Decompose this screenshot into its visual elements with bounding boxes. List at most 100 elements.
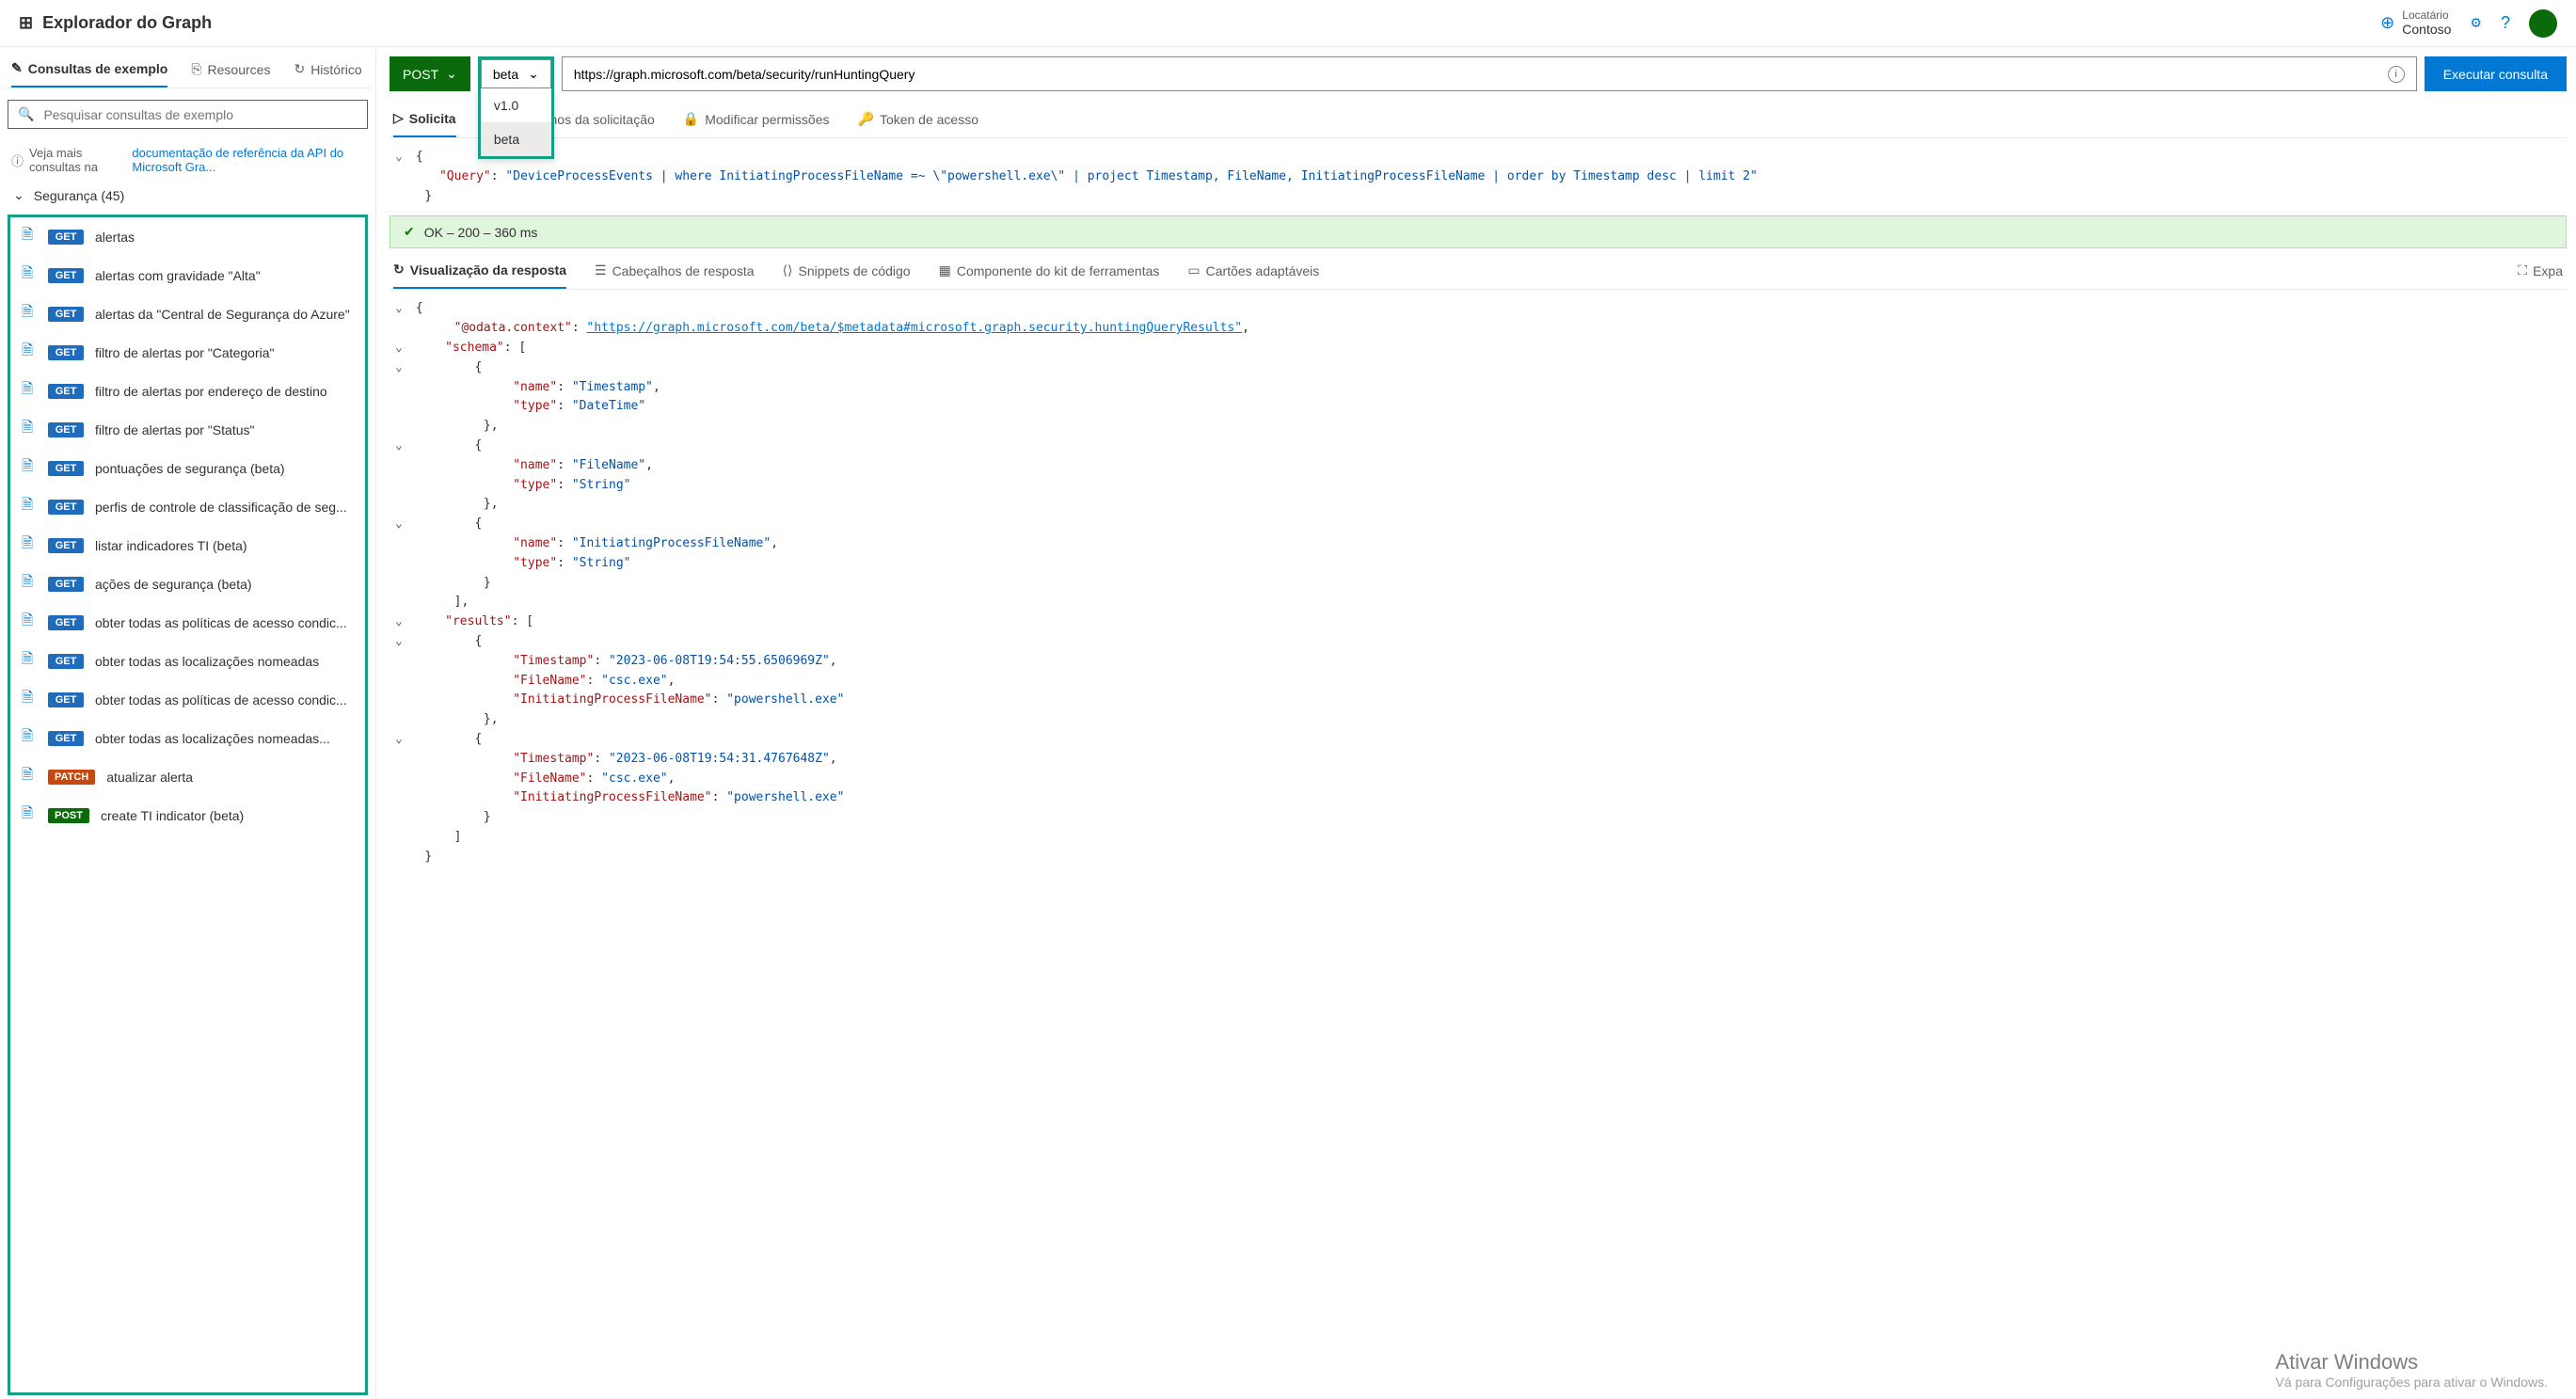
tab-resources[interactable]: ⎘ Resources — [191, 60, 270, 87]
url-input[interactable] — [574, 67, 2388, 82]
settings-icon[interactable]: ⚙ — [2470, 15, 2482, 31]
tab-label: Snippets de código — [799, 263, 911, 278]
query-item[interactable]: 🗎 PATCH atualizar alerta — [10, 757, 365, 796]
doc-link-row: ⓘ Veja mais consultas na documentação de… — [4, 140, 372, 180]
tab-label: Cabeçalhos de resposta — [612, 263, 755, 278]
json-value: "DeviceProcessEvents | where InitiatingP… — [505, 169, 1757, 183]
query-label: pontuações de segurança (beta) — [95, 461, 285, 476]
status-bar: ✔ OK – 200 – 360 ms — [390, 215, 2567, 248]
tab-toolkit[interactable]: ▦ Componente do kit de ferramentas — [939, 262, 1160, 289]
doc-prefix: Veja mais consultas na — [29, 146, 126, 174]
method-badge: GET — [48, 384, 84, 399]
query-label: obter todas as políticas de acesso condi… — [95, 692, 347, 707]
query-label: filtro de alertas por "Status" — [95, 422, 254, 437]
version-option-v1[interactable]: v1.0 — [481, 88, 551, 122]
url-input-wrap[interactable]: i — [562, 56, 2417, 91]
query-item[interactable]: 🗎 GET alertas da "Central de Segurança d… — [10, 294, 365, 333]
method-badge: GET — [48, 461, 84, 476]
query-item[interactable]: 🗎 GET obter todas as localizações nomead… — [10, 719, 365, 757]
query-item[interactable]: 🗎 GET alertas — [10, 217, 365, 256]
query-item[interactable]: 🗎 GET obter todas as políticas de acesso… — [10, 680, 365, 719]
expand-button[interactable]: ⛶ Expa — [2518, 262, 2563, 289]
version-option-beta[interactable]: beta — [481, 122, 551, 156]
tab-label: Resources — [208, 62, 271, 77]
user-avatar[interactable] — [2529, 9, 2557, 38]
response-body[interactable]: ⌄ { "@odata.context": "https://graph.mic… — [390, 290, 2567, 1399]
tab-history[interactable]: ↻ Histórico — [294, 60, 361, 87]
run-query-button[interactable]: Executar consulta — [2425, 56, 2567, 91]
method-badge: GET — [48, 500, 84, 515]
method-badge: GET — [48, 731, 84, 746]
document-icon: 🗎 — [22, 418, 37, 441]
query-item[interactable]: 🗎 GET obter todas as localizações nomead… — [10, 642, 365, 680]
refresh-icon: ↻ — [393, 262, 405, 278]
query-item[interactable]: 🗎 GET filtro de alertas por endereço de … — [10, 372, 365, 410]
play-icon: ▷ — [393, 110, 404, 126]
document-icon: 🗎 — [22, 302, 37, 326]
query-bar: POST ⌄ beta ⌄ v1.0 beta i Executar consu… — [390, 47, 2567, 101]
document-icon: 🗎 — [22, 611, 37, 634]
tab-response-preview[interactable]: ↻ Visualização da resposta — [393, 262, 566, 289]
tab-response-headers[interactable]: ☰ Cabeçalhos de resposta — [595, 262, 755, 289]
fold-icon[interactable]: ⌄ — [395, 148, 408, 167]
graph-logo-icon: ⊞ — [19, 13, 33, 33]
chevron-down-icon: ⌄ — [528, 66, 539, 82]
query-item[interactable]: 🗎 GET filtro de alertas por "Categoria" — [10, 333, 365, 372]
queries-list: 🗎 GET alertas🗎 GET alertas com gravidade… — [8, 215, 368, 1395]
document-icon: 🗎 — [22, 765, 37, 788]
query-label: ações de segurança (beta) — [95, 577, 252, 592]
card-icon: ▭ — [1187, 262, 1200, 278]
version-select[interactable]: beta ⌄ — [481, 59, 551, 88]
document-icon: 🗎 — [22, 263, 37, 287]
method-badge: GET — [48, 307, 84, 322]
page-title: ⊞ Explorador do Graph — [19, 13, 2380, 33]
request-body-editor[interactable]: ⌄ { "Query": "DeviceProcessEvents | wher… — [390, 138, 2567, 215]
category-security[interactable]: ⌄ Segurança (45) — [4, 180, 372, 211]
query-label: alertas da "Central de Segurança do Azur… — [95, 307, 350, 322]
tab-request-body[interactable]: ▷ Solicita — [393, 110, 456, 137]
info-icon[interactable]: i — [2388, 66, 2405, 83]
search-input-wrap[interactable]: 🔍 — [8, 100, 368, 129]
query-item[interactable]: 🗎 POST create TI indicator (beta) — [10, 796, 365, 835]
document-icon: 🗎 — [22, 688, 37, 711]
search-input[interactable] — [43, 107, 358, 122]
tab-label: Expa — [2533, 263, 2563, 278]
method-badge: GET — [48, 268, 84, 283]
doc-link[interactable]: documentação de referência da API do Mic… — [132, 146, 364, 174]
sidebar: ✎ Consultas de exemplo ⎘ Resources ↻ His… — [0, 47, 376, 1399]
method-badge: PATCH — [48, 770, 95, 785]
version-label: beta — [493, 67, 518, 82]
request-tabs: ▷ Solicita ☰ Cabeçalhos da solicitação 🔒… — [390, 101, 2567, 138]
document-icon: 🗎 — [22, 533, 37, 557]
tenant-label: Locatário — [2402, 8, 2451, 22]
query-item[interactable]: 🗎 GET alertas com gravidade "Alta" — [10, 256, 365, 294]
main-content: POST ⌄ beta ⌄ v1.0 beta i Executar consu… — [376, 47, 2576, 1399]
method-label: POST — [403, 67, 438, 82]
query-label: obter todas as políticas de acesso condi… — [95, 615, 347, 630]
method-select[interactable]: POST ⌄ — [390, 56, 470, 91]
query-item[interactable]: 🗎 GET obter todas as políticas de acesso… — [10, 603, 365, 642]
response-tabs: ↻ Visualização da resposta ☰ Cabeçalhos … — [390, 248, 2567, 290]
query-label: alertas com gravidade "Alta" — [95, 268, 261, 283]
query-item[interactable]: 🗎 GET perfis de controle de classificaçã… — [10, 487, 365, 526]
query-item[interactable]: 🗎 GET filtro de alertas por "Status" — [10, 410, 365, 449]
method-badge: GET — [48, 577, 84, 592]
query-item[interactable]: 🗎 GET ações de segurança (beta) — [10, 564, 365, 603]
tab-access-token[interactable]: 🔑 Token de acesso — [858, 110, 979, 137]
query-item[interactable]: 🗎 GET pontuações de segurança (beta) — [10, 449, 365, 487]
method-badge: GET — [48, 345, 84, 360]
help-icon[interactable]: ? — [2501, 13, 2510, 33]
document-icon: 🗎 — [22, 341, 37, 364]
tab-adaptive-cards[interactable]: ▭ Cartões adaptáveis — [1187, 262, 1319, 289]
tenant-info[interactable]: ⊕ Locatário Contoso — [2380, 8, 2451, 38]
query-label: perfis de controle de classificação de s… — [95, 500, 347, 515]
tab-sample-queries[interactable]: ✎ Consultas de exemplo — [11, 60, 167, 87]
document-icon: 🗎 — [22, 379, 37, 403]
tab-label: Solicita — [409, 111, 456, 126]
tab-code-snippets[interactable]: ⟨⟩ Snippets de código — [783, 262, 911, 289]
method-badge: POST — [48, 808, 89, 823]
query-item[interactable]: 🗎 GET listar indicadores TI (beta) — [10, 526, 365, 564]
query-label: alertas — [95, 230, 135, 245]
tab-permissions[interactable]: 🔒 Modificar permissões — [683, 110, 830, 137]
search-icon: 🔍 — [18, 106, 34, 122]
